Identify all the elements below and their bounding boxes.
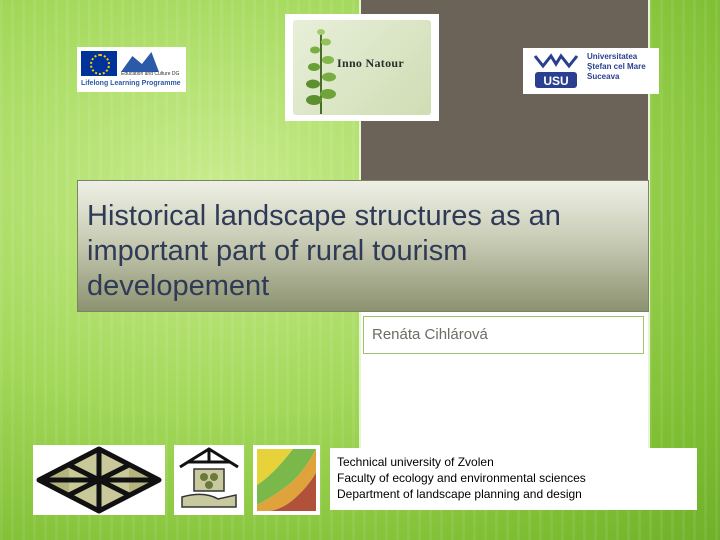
house-hand-logo xyxy=(174,445,244,515)
slide-title: Historical landscape structures as an im… xyxy=(87,200,561,302)
slide: Education and Culture DG Lifelong Learni… xyxy=(0,0,720,540)
triangle-pattern-icon xyxy=(36,446,162,514)
institution-faculty: Faculty of ecology and environmental sci… xyxy=(337,471,586,485)
landscape-icon xyxy=(257,449,316,511)
usu-logo: USU Universitatea Ştefan cel Mare Suceav… xyxy=(523,48,659,94)
llp-mark-icon xyxy=(121,52,159,72)
triangle-pattern-logo xyxy=(33,445,165,515)
eu-llp-logo: Education and Culture DG Lifelong Learni… xyxy=(77,47,186,92)
subtitle-box: Renáta Cihlárová xyxy=(363,316,644,354)
institution-university: Technical university of Zvolen xyxy=(337,455,494,469)
house-hand-icon xyxy=(179,447,239,508)
title-band: Historical landscape structures as an im… xyxy=(77,180,649,312)
usu-name-text: Universitatea Ştefan cel Mare Suceava xyxy=(587,52,646,81)
svg-text:USU: USU xyxy=(543,74,568,88)
author-name: Renáta Cihlárová xyxy=(372,326,488,343)
inno-natour-text: Inno Natour xyxy=(337,56,404,70)
institution-box: Technical university of Zvolen Faculty o… xyxy=(330,448,697,510)
inno-natour-logo: Inno Natour xyxy=(285,14,439,121)
landscape-logo xyxy=(253,445,320,515)
eu-flag-icon xyxy=(81,51,117,76)
eu-dg-text: Education and Culture DG xyxy=(121,71,180,77)
usu-emblem-icon: USU xyxy=(533,53,579,88)
eu-program-text: Lifelong Learning Programme xyxy=(81,80,181,87)
institution-department: Department of landscape planning and des… xyxy=(337,487,582,501)
